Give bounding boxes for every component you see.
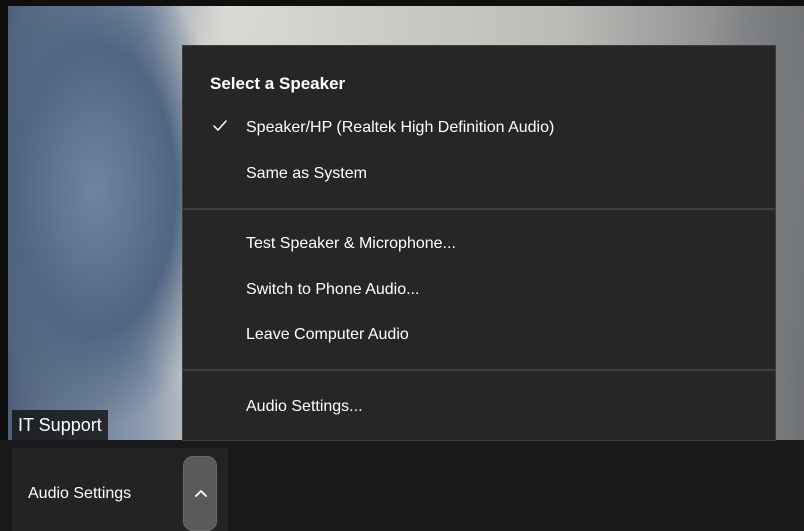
- chevron-up-icon: [195, 490, 207, 497]
- menu-item-label: Switch to Phone Audio...: [246, 281, 420, 298]
- menu-item-speaker-hp[interactable]: Speaker/HP (Realtek High Definition Audi…: [183, 108, 775, 148]
- menu-item-label: Same as System: [246, 165, 367, 182]
- menu-item-label: Audio Settings...: [246, 398, 363, 415]
- menu-item-switch-phone-audio[interactable]: Switch to Phone Audio...: [183, 270, 775, 310]
- menu-divider: [183, 208, 775, 210]
- audio-options-button[interactable]: [183, 456, 217, 531]
- menu-item-label: Test Speaker & Microphone...: [246, 235, 456, 252]
- meeting-window: IT Support Audio Settings Select a Speak…: [0, 0, 804, 531]
- menu-item-audio-settings[interactable]: Audio Settings...: [183, 387, 775, 427]
- menu-heading: Select a Speaker: [210, 74, 346, 93]
- menu-divider: [183, 369, 775, 371]
- participant-name-tag: IT Support: [12, 410, 108, 440]
- menu-item-test-speaker-microphone[interactable]: Test Speaker & Microphone...: [183, 224, 775, 264]
- video-top-border: [0, 0, 804, 6]
- speaker-menu: Select a Speaker Speaker/HP (Realtek Hig…: [182, 45, 776, 441]
- video-left-border: [0, 0, 8, 440]
- menu-item-same-as-system[interactable]: Same as System: [183, 154, 775, 194]
- menu-item-leave-computer-audio[interactable]: Leave Computer Audio: [183, 315, 775, 355]
- audio-settings-label[interactable]: Audio Settings: [28, 482, 131, 506]
- menu-item-label: Speaker/HP (Realtek High Definition Audi…: [246, 119, 555, 136]
- checkmark-icon: [213, 120, 227, 131]
- menu-item-label: Leave Computer Audio: [246, 326, 409, 343]
